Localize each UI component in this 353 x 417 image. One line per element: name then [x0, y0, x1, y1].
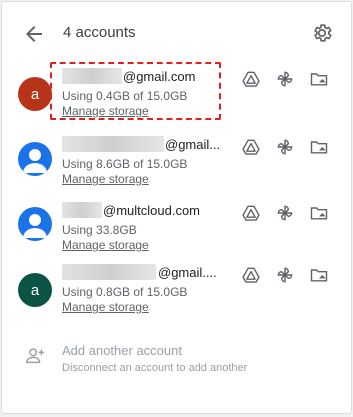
account-row[interactable]: a @gmail.... Using 0.8GB of 15.0GB Manag…	[2, 260, 351, 322]
redacted-email-prefix	[62, 264, 156, 280]
google-photos-icon[interactable]	[275, 203, 295, 223]
manage-storage-link[interactable]: Manage storage	[62, 172, 232, 186]
person-icon	[23, 214, 47, 238]
add-person-icon	[26, 348, 45, 364]
shared-folder-icon[interactable]	[309, 265, 329, 285]
highlight-box	[50, 62, 221, 120]
redacted-email-prefix	[62, 136, 164, 152]
google-drive-icon[interactable]	[241, 265, 261, 285]
avatar	[18, 142, 52, 176]
avatar	[18, 207, 52, 241]
back-arrow-icon[interactable]	[22, 22, 46, 46]
account-row[interactable]: @multcloud.com Using 33.8GB Manage stora…	[2, 198, 351, 260]
shared-folder-icon[interactable]	[309, 69, 329, 89]
account-row[interactable]: @gmail... Using 8.6GB of 15.0GB Manage s…	[2, 132, 351, 194]
page-title: 4 accounts	[63, 24, 136, 41]
avatar: a	[18, 77, 52, 111]
redacted-email-prefix	[62, 202, 102, 218]
add-account-title: Add another account	[62, 343, 182, 358]
google-photos-icon[interactable]	[275, 69, 295, 89]
add-account-item[interactable]: Add another account Disconnect an accoun…	[2, 335, 351, 385]
google-photos-icon[interactable]	[275, 265, 295, 285]
storage-usage: Using 8.6GB of 15.0GB	[62, 157, 188, 171]
add-account-subtitle: Disconnect an account to add another	[62, 362, 248, 374]
account-email: @multcloud.com	[62, 202, 222, 220]
account-email: @gmail...	[62, 136, 232, 154]
shared-folder-icon[interactable]	[309, 137, 329, 157]
storage-usage: Using 0.8GB of 15.0GB	[62, 285, 188, 299]
header: 4 accounts	[2, 2, 351, 64]
manage-storage-link[interactable]: Manage storage	[62, 238, 222, 252]
gear-icon[interactable]	[311, 22, 333, 44]
google-photos-icon[interactable]	[275, 137, 295, 157]
account-email: @gmail....	[62, 264, 232, 282]
google-drive-icon[interactable]	[241, 137, 261, 157]
manage-storage-link[interactable]: Manage storage	[62, 300, 232, 314]
person-icon	[23, 149, 47, 173]
google-drive-icon[interactable]	[241, 69, 261, 89]
accounts-panel: 4 accounts a @gmail.com Using 0.4GB of 1…	[1, 1, 352, 414]
google-drive-icon[interactable]	[241, 203, 261, 223]
avatar: a	[18, 273, 52, 307]
storage-usage: Using 33.8GB	[62, 223, 137, 237]
shared-folder-icon[interactable]	[309, 203, 329, 223]
